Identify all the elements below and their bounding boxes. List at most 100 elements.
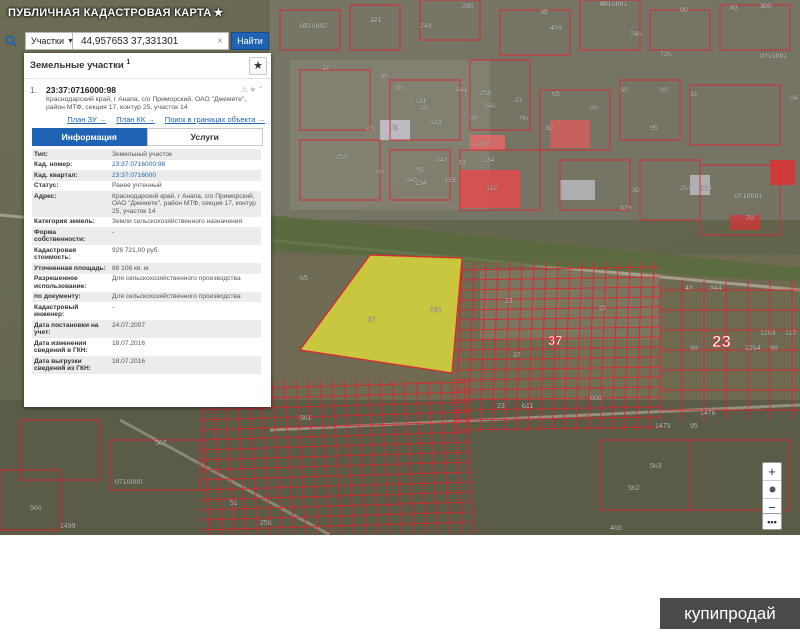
result-cadastral-number[interactable]: 23:37:0716000:98 xyxy=(46,85,265,95)
info-key: Кадастровый инженер: xyxy=(34,303,79,319)
parcel-info-panel: Земельные участки 1 ★ 1. 23:37:0716000:9… xyxy=(24,53,271,407)
info-value: 18.07.2016 xyxy=(110,356,261,374)
map-parcel-label: 7 xyxy=(486,141,490,148)
search-icon[interactable] xyxy=(0,31,22,51)
map-parcel-label: 841 xyxy=(456,87,468,94)
map-parcel-label: 1263 xyxy=(760,330,776,337)
map-parcel-label: 844 xyxy=(710,285,722,292)
map-parcel-label: 95 xyxy=(416,167,424,174)
clear-icon[interactable]: × xyxy=(217,36,223,47)
search-layer-select[interactable]: Участки ▼ xyxy=(25,32,74,50)
map-parcel-label: 89 xyxy=(376,169,384,176)
map-parcel-label: 846 xyxy=(484,103,496,110)
map-parcel-label: 9 xyxy=(680,7,684,14)
map-parcel-label: 89 xyxy=(590,105,598,112)
map-label-37: 37 xyxy=(548,333,562,348)
map-parcel-label: 134 xyxy=(483,157,495,164)
map-label-23: 23 xyxy=(712,332,731,351)
app-title: ПУБЛИЧНАЯ КАДАСТРОВАЯ КАРТА ★ xyxy=(8,7,224,19)
search-in-bounds-link[interactable]: Поиск в границах объекта → xyxy=(165,115,265,124)
search-button[interactable]: Найти xyxy=(231,32,269,50)
map-parcel-label: 97 xyxy=(368,317,376,324)
info-value: Земельный участок xyxy=(110,149,261,160)
plan-kk-link[interactable]: План КК → xyxy=(116,115,155,124)
map-parcel-label: 133 xyxy=(444,177,456,184)
info-table: Тип: Земельный участок Кад. номер: 23:37:07… xyxy=(32,149,261,374)
search-input[interactable]: 44,957653 37,331301 × xyxy=(73,32,229,50)
map-parcel-label: 51 xyxy=(230,500,238,507)
map-parcel-label: 78 xyxy=(390,125,398,132)
map-parcel-label: 1499 xyxy=(60,523,76,530)
info-key: Кад. номер: xyxy=(34,161,73,168)
star-icon: ★ xyxy=(253,60,263,72)
search-bar: Участки ▼ 44,957653 37,331301 × Найти xyxy=(0,31,269,51)
panel-title: Земельные участки 1 xyxy=(30,59,131,72)
zoom-home-icon[interactable] xyxy=(763,481,781,498)
map-parcel-label: 0716002 xyxy=(300,23,327,30)
info-key: Адрес: xyxy=(32,191,110,217)
map-parcel-label: 17 xyxy=(322,65,330,72)
info-value: Для сельскохозяйственного производства xyxy=(112,275,241,282)
info-value: - xyxy=(112,303,115,311)
map-parcel-label: 38 xyxy=(395,85,403,92)
map-parcel-label: 562 xyxy=(628,485,640,492)
info-key: Форма собственности: xyxy=(32,227,110,245)
info-row: Дата изменения сведений в ГКН: 18.07.2016 xyxy=(32,338,261,356)
map-parcel-label: 566 xyxy=(30,505,42,512)
map-parcel-label: 844 xyxy=(700,185,712,192)
panel-header: Земельные участки 1 ★ xyxy=(24,53,271,79)
result-address: Краснодарский край, г Анапа, с/о Приморс… xyxy=(46,96,247,111)
map-parcel-label: 29 xyxy=(420,105,428,112)
map-parcel-label: 23 xyxy=(505,298,513,305)
info-value: - xyxy=(110,227,261,245)
map-parcel-label: 121 xyxy=(370,17,382,24)
map-parcel-label: 131 xyxy=(415,98,427,105)
map-parcel-label: 112 xyxy=(785,330,796,337)
info-row: Дата постановки на учет: 24.07.2007 xyxy=(32,320,261,338)
map-parcel-label: 98 xyxy=(770,345,778,352)
map-parcel-label: 563 xyxy=(650,463,662,470)
map-parcel-label: 847 xyxy=(436,157,448,164)
info-row: по документу: Для сельскохозяйственного п… xyxy=(32,291,261,302)
star-icon: ★ xyxy=(213,7,224,19)
info-value: Ранее учтенный xyxy=(112,182,162,189)
map-parcel-label: 70 xyxy=(746,215,754,222)
map-parcel-label: 489 xyxy=(550,25,562,32)
info-key: Кадастровая стоимость: xyxy=(34,246,77,262)
search-layer-label: Участки xyxy=(31,36,64,46)
map-parcel-label: 23 xyxy=(497,403,505,410)
search-input-value: 44,957653 37,331301 xyxy=(81,35,179,47)
map-parcel-label: 248 xyxy=(420,23,432,30)
map-parcel-label: 256 xyxy=(260,520,272,527)
info-row: Уточненная площадь: 88 108 кв. м xyxy=(32,263,261,274)
info-key: Дата постановки на учет: xyxy=(32,320,110,338)
map-parcel-label: 48 xyxy=(685,285,693,292)
map-parcel-label: 1476 xyxy=(700,410,716,417)
info-value[interactable]: 23:37:0716000:98 xyxy=(110,160,261,171)
map-parcel-label: 86 xyxy=(520,115,528,122)
info-key: Тип: xyxy=(32,149,110,160)
tab-information[interactable]: Информация xyxy=(32,128,147,146)
search-result[interactable]: 1. 23:37:0716000:98 Краснодарский край, … xyxy=(24,79,271,124)
zoom-in-button[interactable]: + xyxy=(763,463,781,480)
map-parcel-label: 37 xyxy=(513,352,521,359)
tab-services[interactable]: Услуги xyxy=(146,128,263,146)
result-action-icons[interactable]: ⚠★⌃ xyxy=(241,85,265,94)
map-parcel-label: 1475 xyxy=(655,423,671,430)
map-parcel-label: 579 xyxy=(620,205,632,212)
info-row: Кад. квартал: 23:37:0716000 xyxy=(32,170,261,181)
map-parcel-label: 31 xyxy=(690,91,698,98)
info-row: Статус: Ранее учтенный xyxy=(32,181,261,192)
map-parcel-label: 65 xyxy=(552,91,560,98)
map-parcel-label: 8 xyxy=(730,5,734,12)
info-key: Дата выгрузки сведений из ГКН: xyxy=(32,356,110,374)
info-value[interactable]: 23:37:0716000 xyxy=(110,170,261,181)
plan-zu-link[interactable]: План ЗУ → xyxy=(67,115,106,124)
favorite-button[interactable]: ★ xyxy=(249,56,267,75)
map-parcel-label: 0716001 xyxy=(760,53,787,60)
map-parcel-label: 267 xyxy=(680,185,692,192)
more-tools-button[interactable]: ••• xyxy=(762,513,782,530)
map-parcel-label: 98 xyxy=(660,87,668,94)
info-value: Краснодарский край, г Анапа, с/о Приморс… xyxy=(110,191,261,217)
map-parcel-label: 0716001 xyxy=(600,1,627,8)
